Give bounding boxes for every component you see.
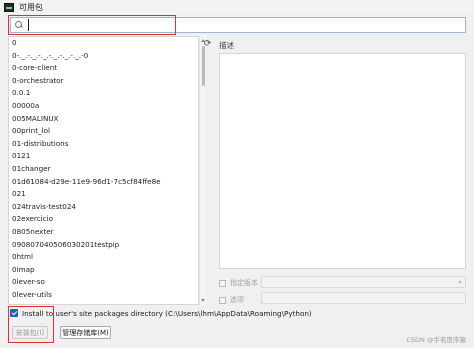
install-package-button[interactable]: 安装包(I) — [12, 326, 48, 339]
specify-version-label: 指定版本 — [230, 279, 258, 287]
package-list-item[interactable]: 01-distributions — [9, 138, 198, 151]
options-checkbox[interactable] — [219, 296, 226, 304]
description-label: 描述 — [219, 41, 234, 50]
options-row: 选项 — [219, 295, 244, 305]
package-list-item[interactable]: 0 — [9, 37, 198, 50]
package-list-item[interactable]: 02exercicio — [9, 213, 198, 226]
package-list-item[interactable]: 0proto — [9, 301, 198, 304]
pycharm-app-icon — [4, 2, 14, 12]
package-list-item[interactable]: 01changer — [9, 163, 198, 176]
version-select[interactable] — [261, 276, 466, 288]
scroll-down-arrow-icon[interactable] — [201, 299, 205, 302]
package-list-item[interactable]: 0-core-client — [9, 62, 198, 75]
package-list-item[interactable]: 0html — [9, 251, 198, 264]
package-list-item[interactable]: 005MALINUX — [9, 113, 198, 126]
specify-version-row: 指定版本 — [219, 278, 258, 288]
package-list-item[interactable]: 021 — [9, 188, 198, 201]
search-field[interactable] — [10, 17, 466, 33]
install-user-site-label: Install to user's site packages director… — [22, 309, 312, 318]
package-list-item[interactable]: 024travis-test024 — [9, 201, 198, 214]
package-list-item[interactable]: 0-._.-._.-._.-._.-._.-._.-0 — [9, 50, 198, 63]
search-icon — [14, 19, 26, 31]
refresh-button[interactable]: ⟳ — [202, 38, 213, 49]
search-input[interactable] — [28, 19, 458, 31]
package-list-item[interactable]: 0121 — [9, 150, 198, 163]
package-list-item[interactable]: 0-orchestrator — [9, 75, 198, 88]
package-list-item[interactable]: 00000a — [9, 100, 198, 113]
title-bar: 可用包 — [0, 0, 474, 14]
watermark-text: CSDN @手名度序猿 — [406, 336, 466, 344]
specify-version-checkbox[interactable] — [219, 279, 226, 287]
options-label: 选项 — [230, 296, 244, 304]
chevron-down-icon — [458, 281, 462, 284]
package-list[interactable]: 0 0-._.-._.-._.-._.-._.-._.-0 0-core-clien… — [8, 36, 199, 305]
package-list-item[interactable]: 01d61084-d29e-11e9-96d1-7c5cf84ffe8e — [9, 176, 198, 189]
package-list-item[interactable]: 0805nexter — [9, 226, 198, 239]
description-panel — [219, 53, 466, 269]
package-list-item[interactable]: 0.0.1 — [9, 87, 198, 100]
package-list-item[interactable]: 0lever-so — [9, 276, 198, 289]
package-list-scrollbar[interactable] — [199, 36, 206, 305]
manage-repositories-button[interactable]: 管理存储库(M) — [60, 326, 111, 339]
install-user-site-checkbox[interactable] — [10, 309, 18, 317]
scroll-thumb[interactable] — [201, 46, 205, 86]
package-list-item[interactable]: 0908070405060302​01testpip — [9, 239, 198, 252]
package-list-item[interactable]: 00print_lol — [9, 125, 198, 138]
options-input[interactable] — [261, 292, 466, 304]
package-list-item[interactable]: 0imap — [9, 264, 198, 277]
refresh-icon: ⟳ — [203, 38, 212, 49]
window-title: 可用包 — [19, 2, 43, 12]
package-list-item[interactable]: 0lever-utils — [9, 289, 198, 302]
